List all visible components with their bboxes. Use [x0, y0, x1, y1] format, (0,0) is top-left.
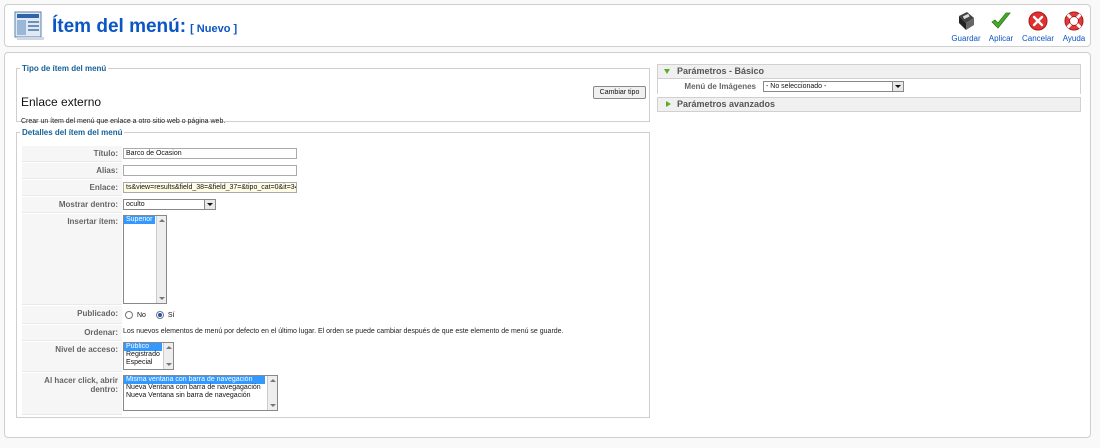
image-menu-value: - No seleccionado -	[766, 83, 827, 90]
published-no-radio[interactable]	[125, 311, 133, 319]
apply-label: Aplicar	[988, 34, 1014, 43]
scroll-down-icon[interactable]	[166, 363, 172, 366]
parent-label: Insertar ítem:	[22, 214, 122, 305]
title-input[interactable]: Barco de Ocasion	[123, 148, 297, 159]
onclick-option-1[interactable]: Nueva Ventana con barra de navegagación	[124, 384, 277, 392]
published-yes-radio[interactable]	[155, 311, 164, 319]
cancel-label: Cancelar	[1021, 34, 1054, 43]
menu-type-name: Enlace externo	[21, 95, 102, 109]
cancel-icon	[1028, 11, 1048, 31]
save-label: Guardar	[951, 34, 981, 43]
checkmark-icon	[991, 12, 1011, 29]
page-title: Ítem del menú:[ Nuevo ]	[52, 16, 237, 38]
order-label: Ordenar:	[22, 325, 122, 341]
link-input[interactable]: ts&view=results&field_38=&field_37=&tipo…	[123, 182, 297, 193]
scroll-up-icon[interactable]	[159, 219, 165, 222]
access-scrollbar[interactable]	[163, 343, 173, 369]
published-yes-label: Sí	[167, 311, 175, 319]
cancel-button[interactable]: Cancelar	[1021, 10, 1055, 46]
scroll-down-icon[interactable]	[270, 404, 276, 407]
published-no-label: No	[137, 311, 146, 319]
details-fieldset: Detalles del ítem del menú Título: Barco…	[16, 128, 650, 418]
params-basic-body: Menú de Imágenes - No seleccionado -	[657, 79, 1081, 94]
access-option-0[interactable]: Público	[124, 343, 162, 351]
params-basic-title: Parámetros - Básico	[677, 66, 765, 76]
apply-button[interactable]: Aplicar	[984, 10, 1018, 46]
change-type-button[interactable]: Cambiar tipo	[593, 86, 646, 99]
display-in-select[interactable]: oculto	[123, 199, 216, 210]
menu-type-legend: Tipo de ítem del menú	[22, 64, 107, 73]
onclick-option-0[interactable]: Misma ventana con barra de navegación	[124, 376, 265, 384]
params-advanced-toggle[interactable]: Parámetros avanzados	[657, 97, 1081, 112]
scroll-down-icon[interactable]	[159, 297, 165, 300]
save-icon	[959, 12, 974, 30]
params-advanced-title: Parámetros avanzados	[677, 99, 776, 109]
alias-input[interactable]	[123, 165, 297, 176]
image-menu-label: Menú de Imágenes	[684, 82, 756, 91]
menu-item-icon	[14, 11, 44, 40]
image-menu-select[interactable]: - No seleccionado -	[763, 81, 904, 92]
onclick-label: Al hacer click, abrir dentro:	[22, 373, 122, 415]
menu-type-fieldset: Tipo de ítem del menú Enlace externo Cre…	[16, 64, 650, 125]
parent-scrollbar[interactable]	[156, 216, 166, 303]
chevron-down-icon[interactable]	[204, 200, 215, 209]
help-label: Ayuda	[1062, 34, 1086, 43]
onclick-listbox[interactable]: Misma ventana con barra de navegación Nu…	[123, 375, 278, 411]
published-radio-group: No Sí	[125, 311, 175, 319]
lifebuoy-icon	[1064, 11, 1084, 31]
alias-label: Alias:	[22, 163, 122, 179]
main-panel: Tipo de ítem del menú Enlace externo Cre…	[4, 52, 1091, 438]
parent-listbox[interactable]: Superior	[123, 215, 167, 304]
scroll-up-icon[interactable]	[270, 379, 276, 382]
onclick-scrollbar[interactable]	[267, 376, 277, 410]
chevron-down-icon[interactable]	[892, 82, 903, 91]
link-label: Enlace:	[22, 180, 122, 196]
published-label: Publicado:	[22, 306, 122, 324]
access-label: Nivel de acceso:	[22, 342, 122, 372]
details-legend: Detalles del ítem del menú	[22, 128, 123, 137]
display-in-label: Mostrar dentro:	[22, 197, 122, 213]
help-button[interactable]: Ayuda	[1057, 10, 1091, 46]
params-basic-toggle[interactable]: Parámetros - Básico	[657, 64, 1081, 79]
page-subtitle: [ Nuevo ]	[190, 23, 238, 35]
scroll-up-icon[interactable]	[166, 346, 172, 349]
chevron-right-icon	[666, 101, 671, 107]
chevron-down-icon	[664, 69, 670, 74]
save-button[interactable]: Guardar	[949, 10, 983, 46]
parent-option-0[interactable]: Superior	[124, 216, 155, 224]
onclick-option-2[interactable]: Nueva Ventana sin barra de navegación	[124, 392, 277, 400]
access-listbox[interactable]: Público Registrado Especial	[123, 342, 174, 370]
toolbar: Ítem del menú:[ Nuevo ] Guardar Aplicar …	[4, 4, 1091, 47]
menu-type-description: Crear un ítem del menú que enlace a otro…	[21, 118, 226, 125]
page-title-text: Ítem del menú:	[52, 16, 187, 37]
display-in-value: oculto	[126, 201, 145, 208]
order-description: Los nuevos elementos de menú por defecto…	[123, 328, 564, 335]
title-label: Título:	[22, 146, 122, 162]
